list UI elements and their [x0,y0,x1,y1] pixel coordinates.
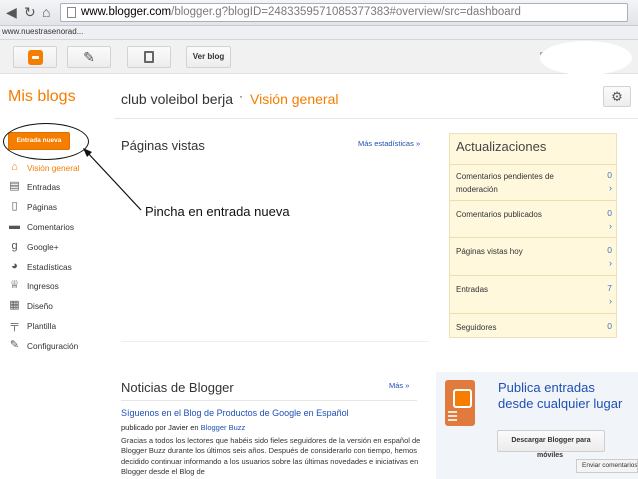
annotation-arrow [83,148,142,211]
